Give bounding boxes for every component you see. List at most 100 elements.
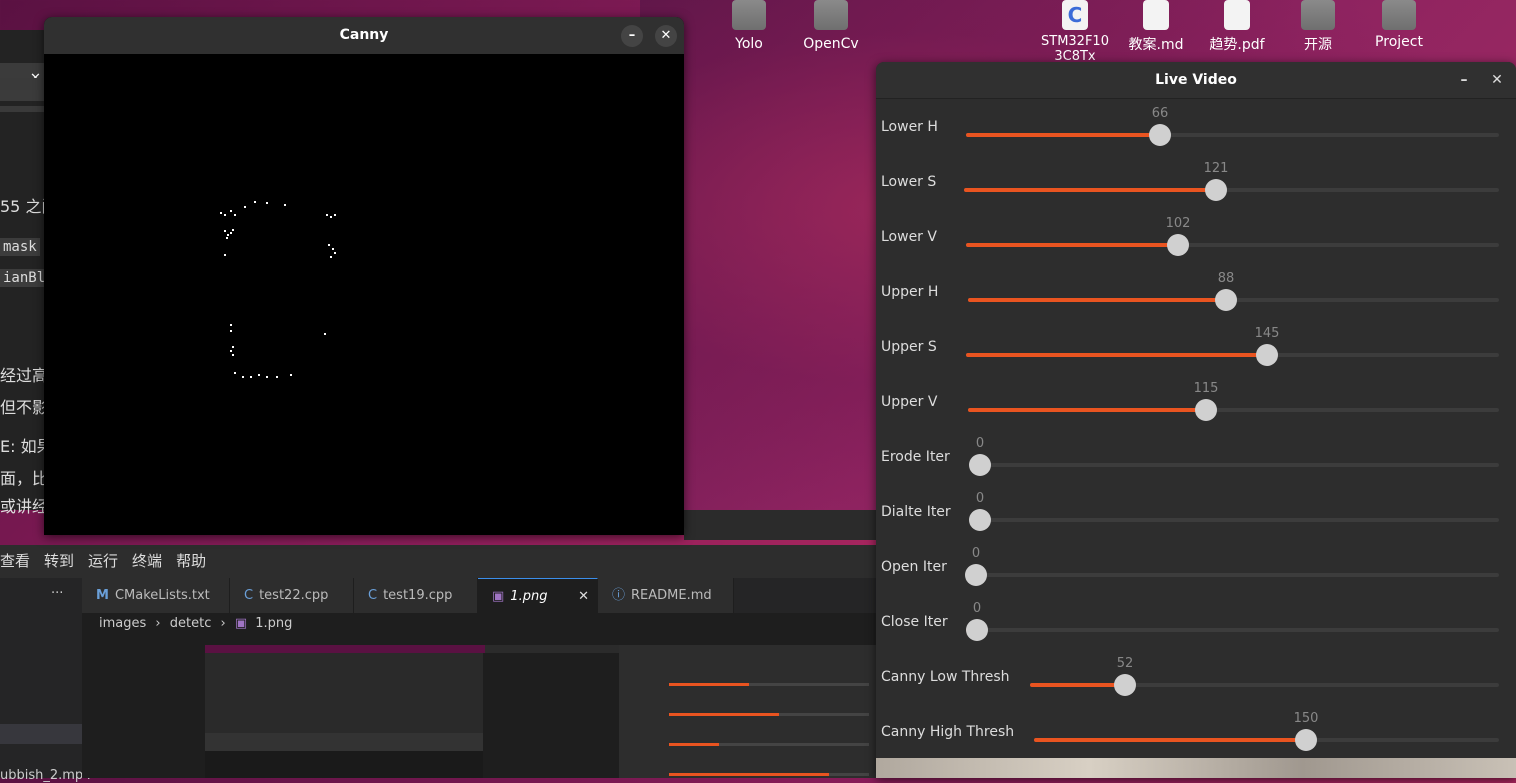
tab-label: README.md bbox=[631, 588, 712, 603]
desktop-icon-label: 趋势.pdf bbox=[1209, 37, 1265, 53]
trackbar-label: Erode Iter bbox=[881, 449, 950, 465]
desktop-icon-yolo[interactable]: Yolo bbox=[706, 0, 792, 52]
trackbar-slider[interactable]: 0 bbox=[969, 436, 1499, 476]
trackbar-slider[interactable]: 121 bbox=[964, 161, 1499, 201]
background-text-line: 经过高 bbox=[0, 366, 49, 385]
trackbar-slider[interactable]: 0 bbox=[965, 546, 1499, 586]
trackbar-thumb[interactable] bbox=[1114, 674, 1136, 696]
trackbar-value: 150 bbox=[1293, 711, 1319, 726]
edge-pixel bbox=[254, 201, 256, 203]
trackbar-thumb[interactable] bbox=[1215, 289, 1237, 311]
trackbar-thumb[interactable] bbox=[965, 564, 987, 586]
edge-pixel bbox=[250, 376, 252, 378]
trackbar-thumb[interactable] bbox=[1167, 234, 1189, 256]
edge-pixel bbox=[232, 346, 234, 348]
edge-pixel bbox=[324, 333, 326, 335]
trackbar-row: Upper H 88 bbox=[876, 263, 1516, 318]
trackbar-thumb[interactable] bbox=[969, 509, 991, 531]
preview-wallpaper bbox=[205, 645, 485, 653]
trackbar-value: 145 bbox=[1254, 326, 1280, 341]
trackbar-row: Open Iter 0 bbox=[876, 538, 1516, 593]
trackbar-value: 66 bbox=[1151, 106, 1169, 121]
trackbar-value: 88 bbox=[1217, 271, 1235, 286]
trackbar-slider[interactable]: 66 bbox=[966, 106, 1499, 146]
menu-terminal[interactable]: 终端 bbox=[132, 545, 162, 578]
desktop-icon-label: Project bbox=[1375, 34, 1423, 50]
window-title: Canny bbox=[339, 27, 389, 43]
edge-pixel bbox=[230, 330, 232, 332]
trackbar-row: Upper V 115 bbox=[876, 373, 1516, 428]
trackbar-thumb[interactable] bbox=[1205, 179, 1227, 201]
tab-test19[interactable]: Ctest19.cpp bbox=[354, 578, 478, 613]
trackbar-thumb[interactable] bbox=[1256, 344, 1278, 366]
breadcrumb-item[interactable]: 1.png bbox=[255, 616, 292, 631]
sidebar-selected-row[interactable] bbox=[0, 724, 82, 744]
folder-icon bbox=[1382, 0, 1416, 30]
minimize-button[interactable]: – bbox=[621, 25, 643, 47]
edge-pixel bbox=[226, 237, 228, 239]
close-icon[interactable]: ✕ bbox=[578, 579, 589, 614]
trackbar-slider[interactable]: 0 bbox=[969, 491, 1499, 531]
menu-run[interactable]: 运行 bbox=[88, 545, 118, 578]
desktop-icon-kaiyuan[interactable]: 开源 bbox=[1275, 0, 1361, 54]
menu-goto[interactable]: 转到 bbox=[44, 545, 74, 578]
cpp-icon: C bbox=[244, 588, 254, 603]
minimize-button[interactable]: – bbox=[1449, 62, 1479, 98]
trackbar-value: 121 bbox=[1203, 161, 1229, 176]
trackbar-slider[interactable]: 150 bbox=[1034, 711, 1499, 751]
trackbar-thumb[interactable] bbox=[1295, 729, 1317, 751]
trackbar-thumb[interactable] bbox=[969, 454, 991, 476]
edge-pixel bbox=[232, 354, 234, 356]
desktop-icon-qushi[interactable]: 趋势.pdf bbox=[1194, 0, 1280, 54]
desktop-icon-stm32[interactable]: C STM32F103C8Tx bbox=[1032, 0, 1118, 60]
sidebar-file-item[interactable]: ubbish_2.mp4 bbox=[0, 768, 91, 783]
more-actions-icon[interactable]: ··· bbox=[51, 586, 63, 601]
trackbar-slider[interactable]: 52 bbox=[1030, 656, 1499, 696]
trackbar-thumb[interactable] bbox=[1195, 399, 1217, 421]
trackbar-label: Upper S bbox=[881, 339, 937, 355]
tab-readme[interactable]: ⓘ README.md bbox=[598, 578, 734, 613]
edge-pixel bbox=[224, 230, 226, 232]
edge-pixel bbox=[220, 212, 222, 214]
live-video-window: Live Video – ✕ Lower H 66 Lower S 121 Lower … bbox=[876, 62, 1516, 778]
background-doc-toolbar bbox=[0, 78, 44, 90]
canny-titlebar[interactable]: Canny – ✕ bbox=[44, 17, 684, 54]
trackbar-slider[interactable]: 102 bbox=[966, 216, 1499, 256]
menu-help[interactable]: 帮助 bbox=[176, 545, 206, 578]
tab-test22[interactable]: Ctest22.cpp bbox=[230, 578, 354, 613]
trackbar-slider[interactable]: 115 bbox=[968, 381, 1499, 421]
trackbar-thumb[interactable] bbox=[966, 619, 988, 641]
edge-pixel bbox=[266, 202, 268, 204]
desktop-icon-jiaoan[interactable]: 教案.md bbox=[1113, 0, 1199, 54]
edge-pixel bbox=[230, 210, 232, 212]
breadcrumb-item[interactable]: images bbox=[99, 616, 146, 631]
folder-icon bbox=[814, 0, 848, 30]
edge-pixel bbox=[266, 376, 268, 378]
desktop-icon-opencv[interactable]: OpenCv bbox=[788, 0, 874, 52]
close-button[interactable]: ✕ bbox=[1482, 62, 1512, 98]
breadcrumb-item[interactable]: detetc bbox=[170, 616, 212, 631]
edge-pixel bbox=[328, 244, 330, 246]
info-icon: ⓘ bbox=[612, 588, 626, 603]
trackbar-fill bbox=[1034, 738, 1306, 742]
breadcrumb: images › detetc › ▣ 1.png bbox=[82, 613, 876, 635]
edge-pixel bbox=[230, 324, 232, 326]
trackbar-label: Upper V bbox=[881, 394, 938, 410]
trackbar-row: Erode Iter 0 bbox=[876, 428, 1516, 483]
tab-cmakelists[interactable]: M CMakeLists.txt bbox=[82, 578, 230, 613]
trackbar-slider[interactable]: 0 bbox=[966, 601, 1499, 641]
trackbar-thumb[interactable] bbox=[1149, 124, 1171, 146]
trackbar-row: Lower V 102 bbox=[876, 208, 1516, 263]
trackbar-fill bbox=[966, 133, 1160, 137]
image-icon: ▣ bbox=[492, 589, 505, 604]
menu-view[interactable]: 查看 bbox=[0, 545, 30, 578]
trackbar-slider[interactable]: 88 bbox=[968, 271, 1499, 311]
background-code-span: ianBl bbox=[0, 269, 49, 287]
tab-1-png[interactable]: ▣ 1.png ✕ bbox=[478, 578, 598, 613]
trackbar-value: 0 bbox=[975, 436, 985, 451]
trackbar-slider[interactable]: 145 bbox=[966, 326, 1499, 366]
close-button[interactable]: ✕ bbox=[655, 25, 677, 47]
desktop-icon-project[interactable]: Project bbox=[1356, 0, 1442, 50]
live-video-titlebar[interactable]: Live Video – ✕ bbox=[876, 62, 1516, 99]
edge-pixel bbox=[242, 376, 244, 378]
